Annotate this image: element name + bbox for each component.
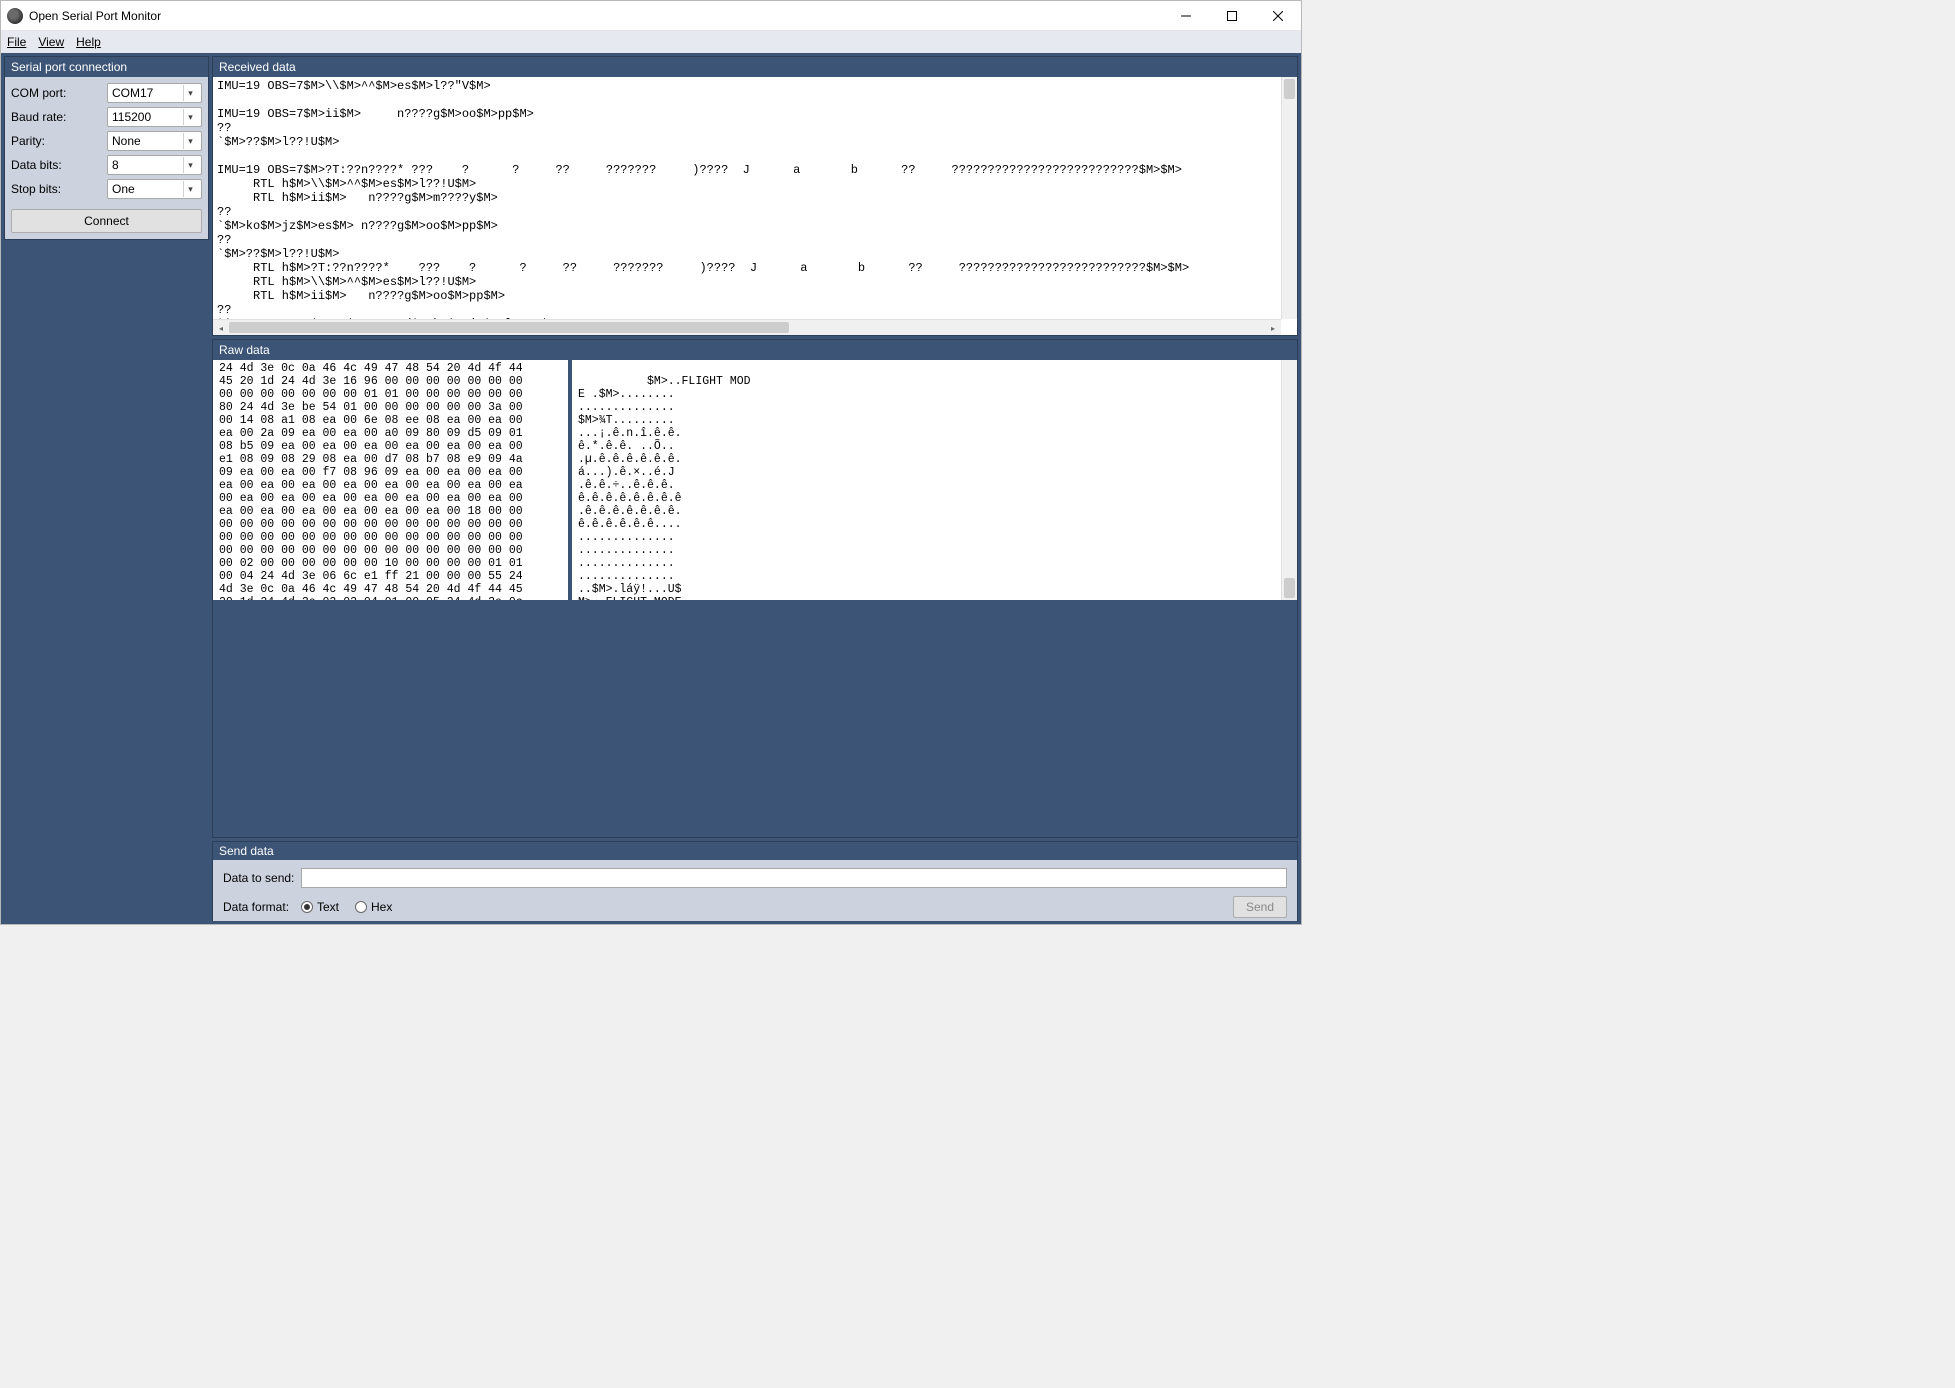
chevron-down-icon: ▾ xyxy=(183,157,197,173)
stop-bits-label: Stop bits: xyxy=(11,182,107,196)
scroll-left-icon: ◂ xyxy=(213,320,229,336)
menu-view[interactable]: View xyxy=(38,35,64,49)
send-data-panel: Send data Data to send: Data format: Tex… xyxy=(212,841,1298,921)
stop-bits-value: One xyxy=(112,182,135,196)
raw-ascii-view[interactable]: $M>..FLIGHT MOD E .$M>........ .........… xyxy=(572,360,1297,600)
menu-file[interactable]: File xyxy=(7,35,26,49)
com-port-value: COM17 xyxy=(112,86,153,100)
minimize-button[interactable] xyxy=(1163,1,1209,30)
radio-text-label: Text xyxy=(317,900,339,914)
scroll-right-icon: ▸ xyxy=(1265,320,1281,336)
baud-rate-value: 115200 xyxy=(112,110,151,124)
maximize-button[interactable] xyxy=(1209,1,1255,30)
chevron-down-icon: ▾ xyxy=(183,109,197,125)
radio-hex[interactable] xyxy=(355,901,367,913)
data-bits-label: Data bits: xyxy=(11,158,107,172)
raw-vertical-scrollbar[interactable] xyxy=(1281,360,1297,600)
data-to-send-label: Data to send: xyxy=(223,871,301,885)
close-button[interactable] xyxy=(1255,1,1301,30)
send-button[interactable]: Send xyxy=(1233,896,1287,918)
right-column: Received data IMU=19 OBS=7$M>\\$M>^^$M>e… xyxy=(212,56,1298,921)
stop-bits-select[interactable]: One ▾ xyxy=(107,179,202,199)
data-format-label: Data format: xyxy=(223,900,301,914)
close-icon xyxy=(1273,11,1283,21)
received-data-header: Received data xyxy=(213,57,1297,77)
raw-hex-view[interactable]: 24 4d 3e 0c 0a 46 4c 49 47 48 54 20 4d 4… xyxy=(213,360,568,600)
raw-data-header: Raw data xyxy=(213,340,1297,360)
com-port-select[interactable]: COM17 ▾ xyxy=(107,83,202,103)
received-data-body: IMU=19 OBS=7$M>\\$M>^^$M>es$M>l??"V$M> I… xyxy=(213,77,1297,335)
app-icon xyxy=(7,8,23,24)
received-horizontal-scrollbar[interactable]: ◂ ▸ xyxy=(213,319,1281,335)
menubar: File View Help xyxy=(1,31,1301,53)
parity-select[interactable]: None ▾ xyxy=(107,131,202,151)
left-column: Serial port connection COM port: COM17 ▾… xyxy=(4,56,209,921)
serial-port-panel-body: COM port: COM17 ▾ Baud rate: 115200 ▾ Pa… xyxy=(5,77,208,239)
workspace: Serial port connection COM port: COM17 ▾… xyxy=(1,53,1301,924)
received-data-text[interactable]: IMU=19 OBS=7$M>\\$M>^^$M>es$M>l??"V$M> I… xyxy=(213,77,1297,335)
chevron-down-icon: ▾ xyxy=(183,85,197,101)
com-port-label: COM port: xyxy=(11,86,107,100)
send-data-header: Send data xyxy=(213,842,1297,860)
received-data-panel: Received data IMU=19 OBS=7$M>\\$M>^^$M>e… xyxy=(212,56,1298,336)
chevron-down-icon: ▾ xyxy=(183,181,197,197)
raw-data-panel: Raw data 24 4d 3e 0c 0a 46 4c 49 47 48 5… xyxy=(212,339,1298,838)
minimize-icon xyxy=(1181,11,1191,21)
radio-text[interactable] xyxy=(301,901,313,913)
window-buttons xyxy=(1163,1,1301,30)
send-data-body: Data to send: Data format: Text Hex Send xyxy=(213,860,1297,921)
parity-label: Parity: xyxy=(11,134,107,148)
data-bits-select[interactable]: 8 ▾ xyxy=(107,155,202,175)
data-to-send-input[interactable] xyxy=(301,868,1287,888)
serial-port-panel-header: Serial port connection xyxy=(5,57,208,77)
serial-port-panel: Serial port connection COM port: COM17 ▾… xyxy=(4,56,209,240)
raw-ascii-text: $M>..FLIGHT MOD E .$M>........ .........… xyxy=(578,375,751,600)
baud-rate-select[interactable]: 115200 ▾ xyxy=(107,107,202,127)
radio-hex-label: Hex xyxy=(371,900,392,914)
chevron-down-icon: ▾ xyxy=(183,133,197,149)
parity-value: None xyxy=(112,134,141,148)
data-bits-value: 8 xyxy=(112,158,119,172)
raw-data-body: 24 4d 3e 0c 0a 46 4c 49 47 48 54 20 4d 4… xyxy=(213,360,1297,600)
connect-button[interactable]: Connect xyxy=(11,209,202,233)
baud-rate-label: Baud rate: xyxy=(11,110,107,124)
menu-help[interactable]: Help xyxy=(76,35,101,49)
maximize-icon xyxy=(1227,11,1237,21)
received-vertical-scrollbar[interactable] xyxy=(1281,77,1297,319)
titlebar: Open Serial Port Monitor xyxy=(1,1,1301,31)
window-title: Open Serial Port Monitor xyxy=(29,9,1163,23)
